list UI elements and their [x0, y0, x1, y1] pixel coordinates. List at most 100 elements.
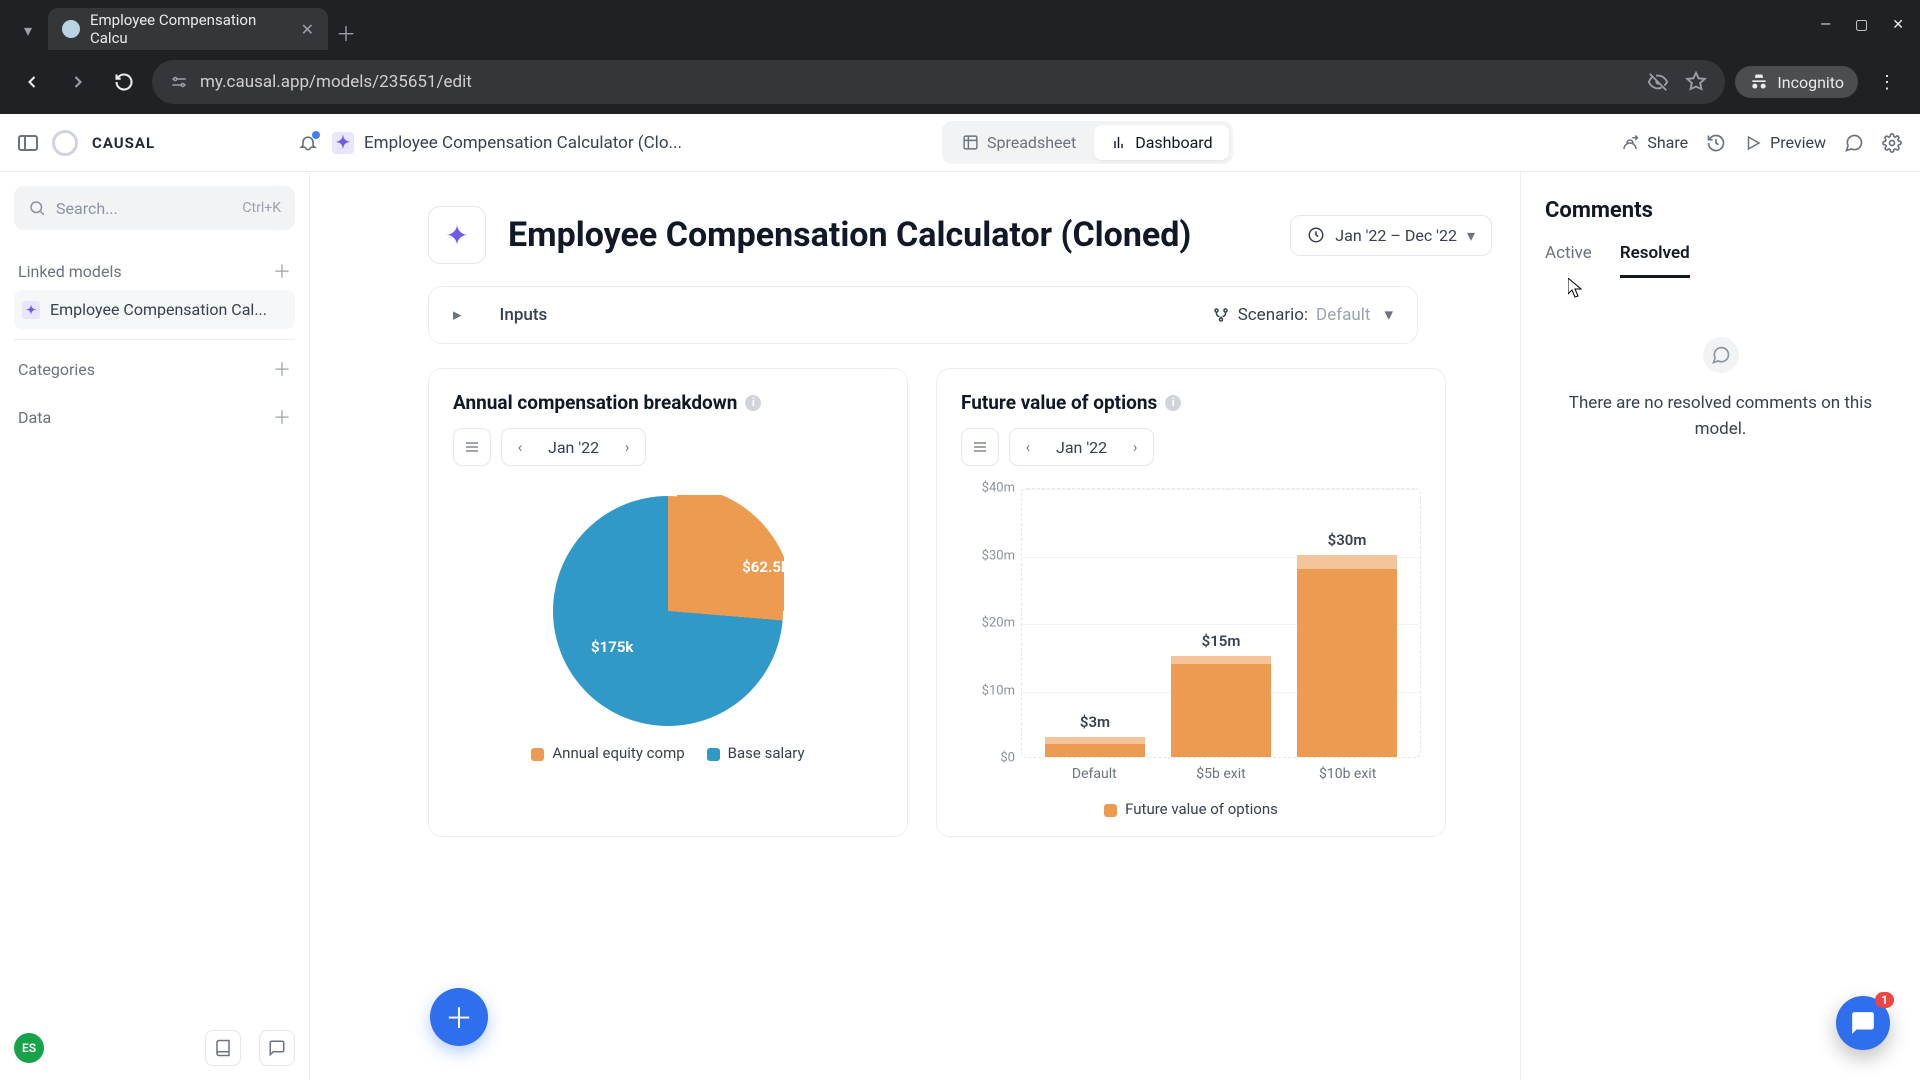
sidebar-item-linked-model[interactable]: ✦ Employee Compensation Cal...: [14, 290, 295, 329]
period-stepper: ‹ Jan '22 ›: [1009, 428, 1154, 466]
add-data-icon[interactable]: ＋: [273, 404, 291, 430]
add-linked-model-icon[interactable]: ＋: [273, 258, 291, 284]
bar-col: $30m: [1292, 531, 1402, 758]
pie-chart: $62.5k $175k: [553, 496, 783, 726]
sidebar-toggle-icon[interactable]: [18, 135, 38, 151]
date-range-picker[interactable]: Jan '22 – Dec '22 ▾: [1290, 215, 1492, 256]
incognito-icon: [1749, 72, 1769, 92]
incognito-indicator[interactable]: Incognito: [1735, 66, 1858, 98]
eye-off-icon[interactable]: [1647, 71, 1669, 93]
x-axis-labels: Default$5b exit$10b exit: [1021, 758, 1421, 782]
window-controls: — ▢ ✕: [1820, 0, 1920, 50]
incognito-label: Incognito: [1777, 73, 1844, 92]
tab-strip: ▾ Employee Compensation Calcu ✕ ＋ — ▢ ✕: [0, 0, 1920, 50]
page-icon[interactable]: ✦: [428, 206, 486, 264]
browser-chrome: ▾ Employee Compensation Calcu ✕ ＋ — ▢ ✕ …: [0, 0, 1920, 114]
view-spreadsheet-button[interactable]: Spreadsheet: [946, 125, 1092, 160]
book-icon[interactable]: [205, 1030, 241, 1066]
prev-period-button[interactable]: ‹: [502, 438, 538, 456]
sidebar-item-label: Employee Compensation Cal...: [50, 300, 267, 319]
forward-button[interactable]: [60, 64, 96, 100]
tabs-dropdown[interactable]: ▾: [8, 10, 48, 50]
chevron-down-icon: ▾: [1467, 226, 1475, 245]
search-shortcut: Ctrl+K: [242, 200, 281, 216]
next-period-button[interactable]: ›: [1117, 438, 1153, 456]
intercom-chat-button[interactable]: 1: [1836, 996, 1890, 1050]
pie-legend: Annual equity comp Base salary: [453, 744, 883, 762]
search-icon: [28, 199, 46, 217]
maximize-icon[interactable]: ▢: [1855, 17, 1868, 33]
x-tick: $10b exit: [1293, 766, 1403, 782]
breadcrumb[interactable]: ✦ Employee Compensation Calculator (Clo.…: [332, 132, 682, 154]
comments-toggle-icon[interactable]: [1844, 133, 1864, 153]
browser-menu-icon[interactable]: ⋮: [1868, 72, 1906, 93]
pie-slice-label-salary: $175k: [591, 638, 633, 656]
bar-value-label: $30m: [1328, 531, 1367, 549]
chat-icon[interactable]: [259, 1030, 295, 1066]
preview-button[interactable]: Preview: [1744, 133, 1826, 152]
y-tick: $20m: [982, 616, 1015, 631]
info-icon[interactable]: i: [745, 395, 761, 411]
tab-active-comments[interactable]: Active: [1545, 243, 1592, 278]
bar: [1045, 737, 1145, 757]
comments-empty-state: There are no resolved comments on this m…: [1545, 337, 1896, 442]
app-topbar: CAUSAL ✦ Employee Compensation Calculato…: [0, 114, 1920, 172]
bar-chart: $0$10m$20m$30m$40m $3m$15m$30m: [961, 488, 1421, 758]
view-toggle: Spreadsheet Dashboard: [942, 121, 1233, 164]
inputs-section[interactable]: ▸ Inputs Scenario:Default ▾: [428, 286, 1418, 344]
minimize-icon[interactable]: —: [1820, 17, 1831, 33]
period-stepper: ‹ Jan '22 ›: [501, 428, 646, 466]
comments-title: Comments: [1545, 198, 1896, 223]
add-widget-button[interactable]: ＋: [430, 988, 488, 1046]
categories-header[interactable]: Categories ＋: [14, 350, 295, 388]
branch-icon: [1212, 306, 1230, 324]
chevron-right-icon[interactable]: ▸: [453, 305, 462, 325]
tab-resolved-comments[interactable]: Resolved: [1620, 243, 1690, 278]
scenario-picker[interactable]: Scenario:Default ▾: [1212, 305, 1393, 325]
info-icon[interactable]: i: [1165, 395, 1181, 411]
reload-button[interactable]: [106, 64, 142, 100]
back-button[interactable]: [14, 64, 50, 100]
card-future-value: Future value of options i ‹ Jan '22 › $0…: [936, 368, 1446, 837]
add-category-icon[interactable]: ＋: [273, 356, 291, 382]
chart-menu-icon[interactable]: [961, 428, 999, 466]
chart-menu-icon[interactable]: [453, 428, 491, 466]
notifications-icon[interactable]: [298, 133, 318, 153]
bar-value-label: $3m: [1080, 713, 1110, 731]
bar: [1171, 656, 1271, 757]
app-logo-icon: [52, 130, 78, 156]
close-window-icon[interactable]: ✕: [1892, 17, 1904, 33]
card-compensation-breakdown: Annual compensation breakdown i ‹ Jan '2…: [428, 368, 908, 837]
search-input[interactable]: Search... Ctrl+K: [14, 186, 295, 230]
site-settings-icon[interactable]: [170, 73, 188, 91]
x-tick: $5b exit: [1166, 766, 1276, 782]
next-period-button[interactable]: ›: [609, 438, 645, 456]
data-header[interactable]: Data ＋: [14, 398, 295, 436]
card-title: Future value of options: [961, 391, 1157, 414]
y-tick: $10m: [982, 683, 1015, 698]
model-mini-icon: ✦: [22, 301, 40, 319]
close-tab-icon[interactable]: ✕: [301, 20, 314, 39]
chevron-down-icon: ▾: [1384, 305, 1393, 325]
history-icon[interactable]: [1706, 133, 1726, 153]
period-label: Jan '22: [1046, 438, 1117, 457]
y-tick: $40m: [982, 481, 1015, 496]
main-content: ✦ Employee Compensation Calculator (Clon…: [310, 114, 1520, 1080]
page-title[interactable]: Employee Compensation Calculator (Cloned…: [508, 215, 1191, 255]
linked-models-header[interactable]: Linked models ＋: [14, 252, 295, 290]
sidebar-divider: [14, 339, 295, 340]
browser-tab[interactable]: Employee Compensation Calcu ✕: [48, 8, 328, 50]
view-dashboard-button[interactable]: Dashboard: [1094, 125, 1228, 160]
empty-message: There are no resolved comments on this m…: [1545, 391, 1896, 442]
legend-item-future: Future value of options: [1104, 800, 1278, 818]
address-bar[interactable]: my.causal.app/models/235651/edit: [152, 60, 1725, 104]
user-avatar[interactable]: ES: [14, 1033, 44, 1063]
app-logo-text: CAUSAL: [92, 134, 155, 152]
share-button[interactable]: Share: [1621, 133, 1688, 152]
prev-period-button[interactable]: ‹: [1010, 438, 1046, 456]
new-tab-button[interactable]: ＋: [328, 14, 364, 50]
bookmark-star-icon[interactable]: [1685, 71, 1707, 93]
settings-icon[interactable]: [1882, 133, 1902, 153]
y-tick: $30m: [982, 548, 1015, 563]
bar-col: $3m: [1040, 713, 1150, 757]
